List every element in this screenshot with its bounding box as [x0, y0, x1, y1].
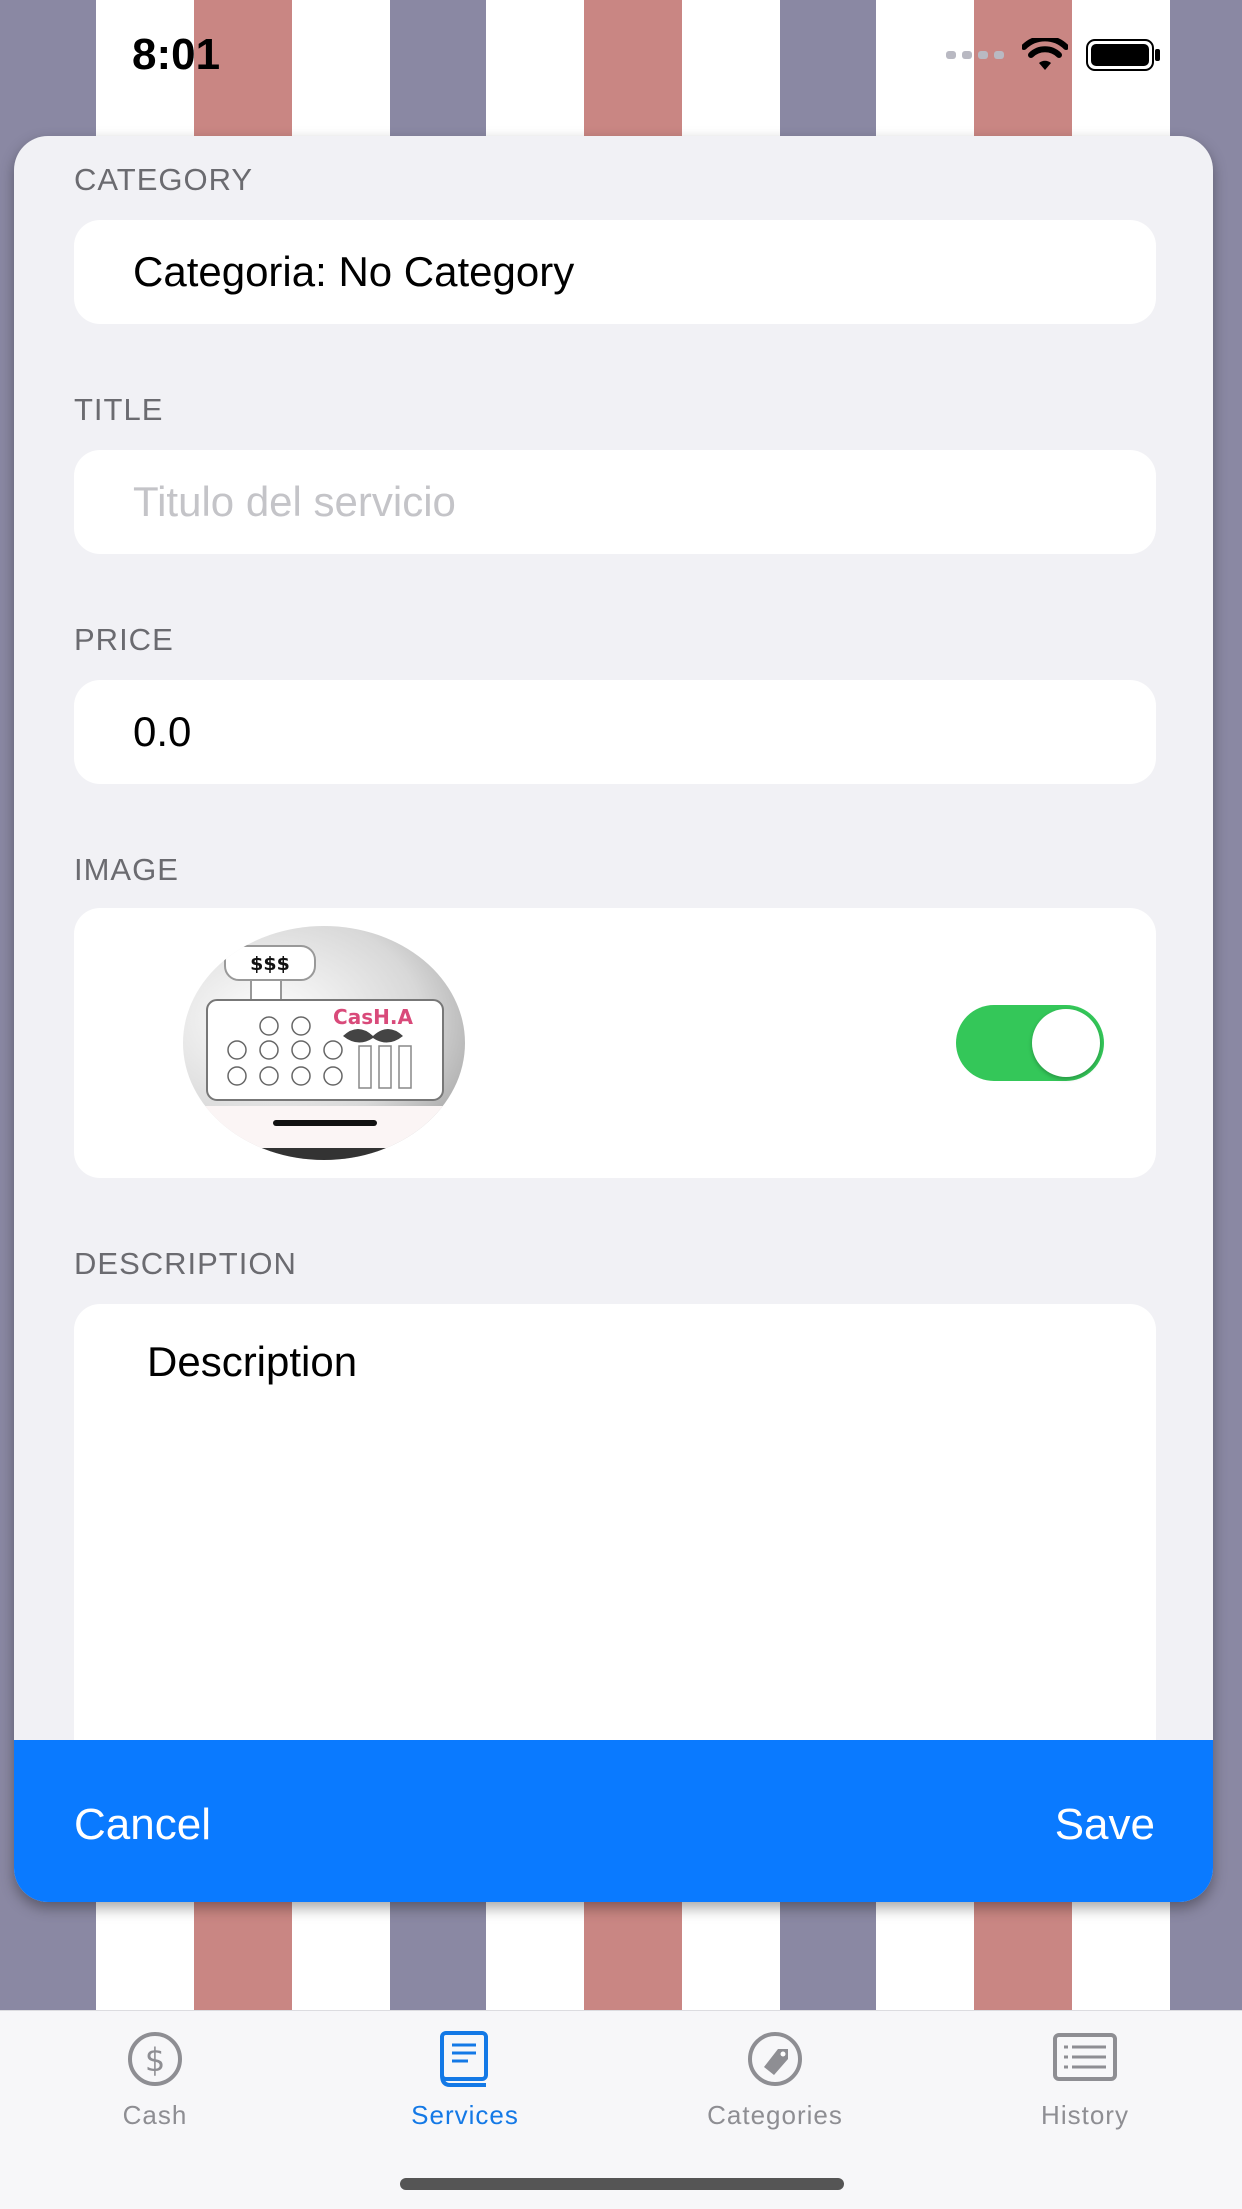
price-input[interactable]: 0.0 [74, 680, 1156, 784]
status-time: 8:01 [132, 30, 221, 79]
thumb-logo-text: CasH.A [333, 1005, 413, 1029]
status-icons [946, 38, 1162, 72]
image-toggle[interactable] [956, 1005, 1104, 1081]
title-label: TITLE [74, 392, 164, 427]
toggle-knob [1032, 1009, 1100, 1077]
cancel-button[interactable]: Cancel [74, 1800, 211, 1850]
status-bar: 8:01 [0, 0, 1242, 120]
thumb-price-text: $$$ [250, 953, 290, 975]
wifi-icon [1022, 38, 1068, 70]
svg-text:$: $ [145, 2041, 165, 2079]
edit-service-sheet: CATEGORY Categoria: No Category TITLE Ti… [14, 136, 1213, 1902]
category-label: CATEGORY [74, 162, 254, 197]
tab-categories[interactable]: Categories [655, 2031, 895, 2131]
category-field[interactable]: Categoria: No Category [74, 220, 1156, 324]
tab-cash-label: Cash [122, 2100, 188, 2130]
save-button[interactable]: Save [1055, 1800, 1155, 1850]
price-label: PRICE [74, 622, 174, 657]
dollar-circle-icon: $ [128, 2032, 182, 2086]
image-row: $$$ CasH.A [74, 908, 1156, 1178]
cash-register-illustration: $$$ CasH.A [183, 945, 465, 1160]
home-indicator [400, 2178, 844, 2190]
service-image[interactable]: $$$ CasH.A [183, 926, 465, 1160]
tab-categories-label: Categories [707, 2100, 843, 2130]
description-value: Description [147, 1338, 358, 1385]
tab-history[interactable]: History [965, 2031, 1205, 2131]
description-label: DESCRIPTION [74, 1246, 297, 1281]
list-icon [1053, 2033, 1117, 2081]
action-bar: Cancel Save [14, 1740, 1213, 1902]
tab-cash[interactable]: $ Cash [35, 2031, 275, 2131]
tab-services-label: Services [411, 2100, 519, 2130]
tab-services[interactable]: Services [345, 2031, 585, 2131]
title-placeholder: Titulo del servicio [133, 478, 456, 525]
tag-icon [748, 2032, 802, 2086]
image-label: IMAGE [74, 852, 179, 887]
book-icon [440, 2031, 488, 2087]
description-textarea[interactable]: Description [74, 1304, 1156, 1784]
battery-icon [1086, 39, 1160, 71]
signal-icon [946, 51, 1004, 59]
title-input[interactable]: Titulo del servicio [74, 450, 1156, 554]
category-value: Categoria: No Category [133, 248, 575, 295]
tab-history-label: History [1041, 2100, 1129, 2130]
price-value: 0.0 [133, 708, 192, 755]
